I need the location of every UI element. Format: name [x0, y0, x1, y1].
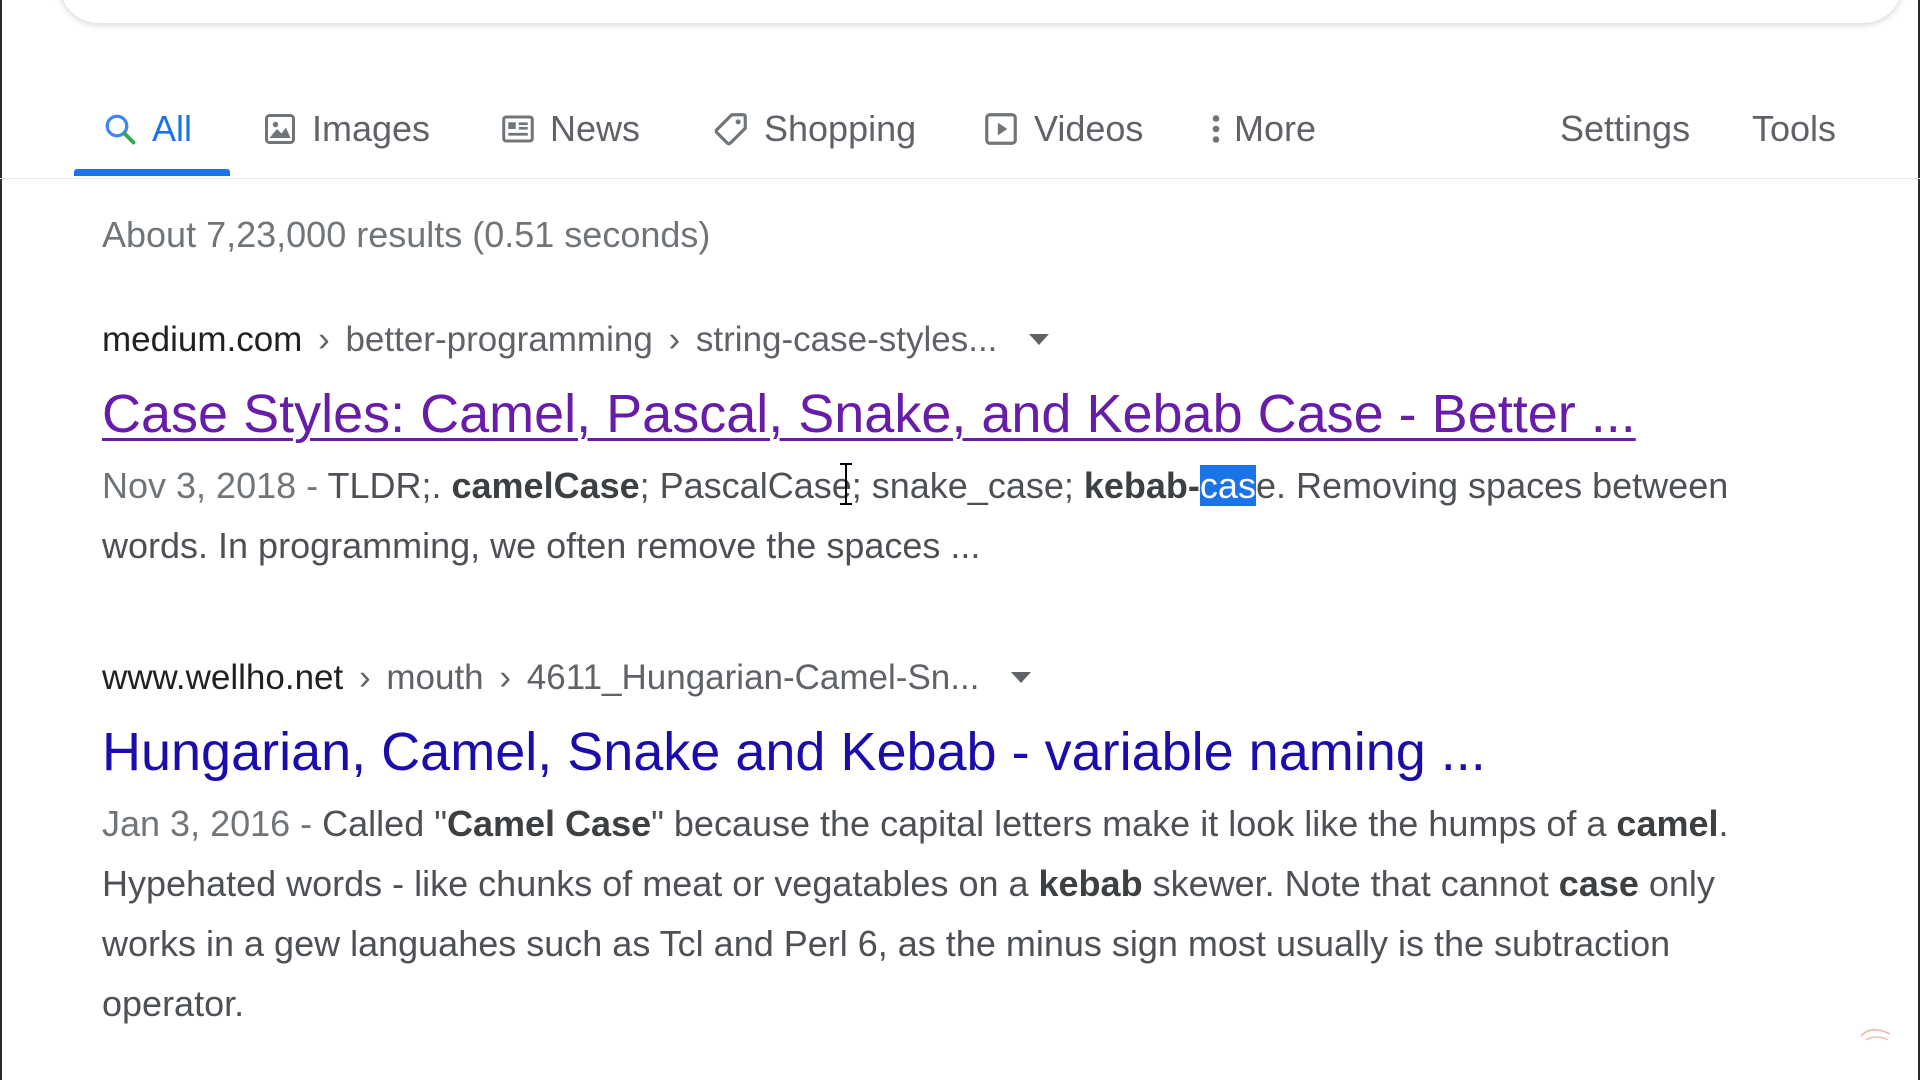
result-title-link[interactable]: Hungarian, Camel, Snake and Kebab - vari…: [102, 720, 1742, 784]
result-domain[interactable]: www.wellho.net: [102, 658, 343, 697]
snippet-highlight: Camel Case: [447, 803, 652, 844]
result-snippet: Jan 3, 2016 - Called "Camel Case" becaus…: [102, 794, 1742, 1034]
breadcrumb-path: string-case-styles...: [695, 320, 998, 359]
dropdown-caret-icon[interactable]: [1011, 672, 1032, 684]
tab-videos[interactable]: Videos: [982, 80, 1143, 178]
text-cursor-icon: [840, 463, 852, 505]
tab-settings-label: Settings: [1560, 108, 1691, 149]
tab-more[interactable]: More: [1208, 80, 1316, 178]
tab-news-label: News: [550, 108, 641, 149]
tab-tools[interactable]: Tools: [1752, 80, 1836, 178]
tab-news[interactable]: News: [500, 80, 640, 178]
text-selection: cas: [1199, 465, 1256, 506]
active-tab-indicator: [74, 169, 230, 176]
snippet-text: e: [1255, 465, 1276, 506]
tab-images-label: Images: [312, 108, 431, 149]
snippet-highlight: kebab: [1038, 863, 1143, 904]
snippet-text: TLDR;.: [327, 465, 452, 506]
tab-settings[interactable]: Settings: [1560, 80, 1690, 178]
result-title-link[interactable]: Case Styles: Camel, Pascal, Snake, and K…: [102, 382, 1742, 446]
snippet-highlight: camel: [1616, 803, 1719, 844]
breadcrumb-separator: ›: [499, 658, 512, 697]
tag-icon: [712, 110, 750, 148]
breadcrumb-separator: ›: [668, 320, 681, 359]
result-date: Nov 3, 2018: [102, 465, 297, 506]
snippet-highlight: case: [1558, 863, 1639, 904]
tab-all-label: All: [152, 108, 193, 149]
tab-all[interactable]: All: [102, 80, 192, 178]
image-icon: [262, 111, 298, 147]
result-domain[interactable]: medium.com: [102, 320, 302, 359]
tab-shopping[interactable]: Shopping: [712, 80, 916, 178]
search-tabs: All Images News Shopping Videos More Set…: [0, 80, 1920, 179]
snippet-text: ; PascalCase; snake_case;: [639, 465, 1084, 506]
more-vert-icon: [1208, 111, 1224, 147]
tab-tools-label: Tools: [1752, 108, 1837, 149]
result-date: Jan 3, 2016: [102, 803, 291, 844]
result-breadcrumb: medium.com › better-programming › string…: [102, 316, 1742, 364]
search-result: www.wellho.net › mouth › 4611_Hungarian-…: [102, 654, 1742, 1034]
result-snippet: Nov 3, 2018 - TLDR;. camelCase; PascalCa…: [102, 456, 1742, 576]
snippet-text: Called ": [322, 803, 447, 844]
tab-shopping-label: Shopping: [764, 108, 917, 149]
breadcrumb-path: better-programming: [345, 320, 653, 359]
tab-videos-label: Videos: [1034, 108, 1144, 149]
breadcrumb-separator: ›: [358, 658, 371, 697]
tab-images[interactable]: Images: [262, 80, 430, 178]
corner-watermark-icon: [1860, 1029, 1891, 1041]
breadcrumb-separator: ›: [318, 320, 330, 359]
search-results-page: All Images News Shopping Videos More Set…: [0, 0, 1920, 1080]
snippet-highlight: kebab-: [1083, 465, 1200, 506]
breadcrumb-path: 4611_Hungarian-Camel-Sn...: [526, 658, 980, 697]
tab-more-label: More: [1234, 108, 1317, 149]
snippet-text: skewer. Note that cannot: [1142, 863, 1559, 904]
breadcrumb-path: mouth: [386, 658, 484, 697]
search-icon: [102, 111, 138, 147]
snippet-text: " because the capital letters make it lo…: [651, 803, 1617, 844]
date-separator: -: [290, 803, 323, 844]
snippet-highlight: camelCase: [451, 465, 640, 506]
search-box[interactable]: [58, 0, 1904, 24]
news-icon: [500, 111, 536, 147]
play-icon: [982, 110, 1020, 148]
date-separator: -: [296, 465, 328, 506]
dropdown-caret-icon[interactable]: [1029, 334, 1050, 346]
result-stats: About 7,23,000 results (0.51 seconds): [102, 214, 711, 255]
search-result: medium.com › better-programming › string…: [102, 316, 1742, 576]
result-breadcrumb: www.wellho.net › mouth › 4611_Hungarian-…: [102, 654, 1742, 702]
